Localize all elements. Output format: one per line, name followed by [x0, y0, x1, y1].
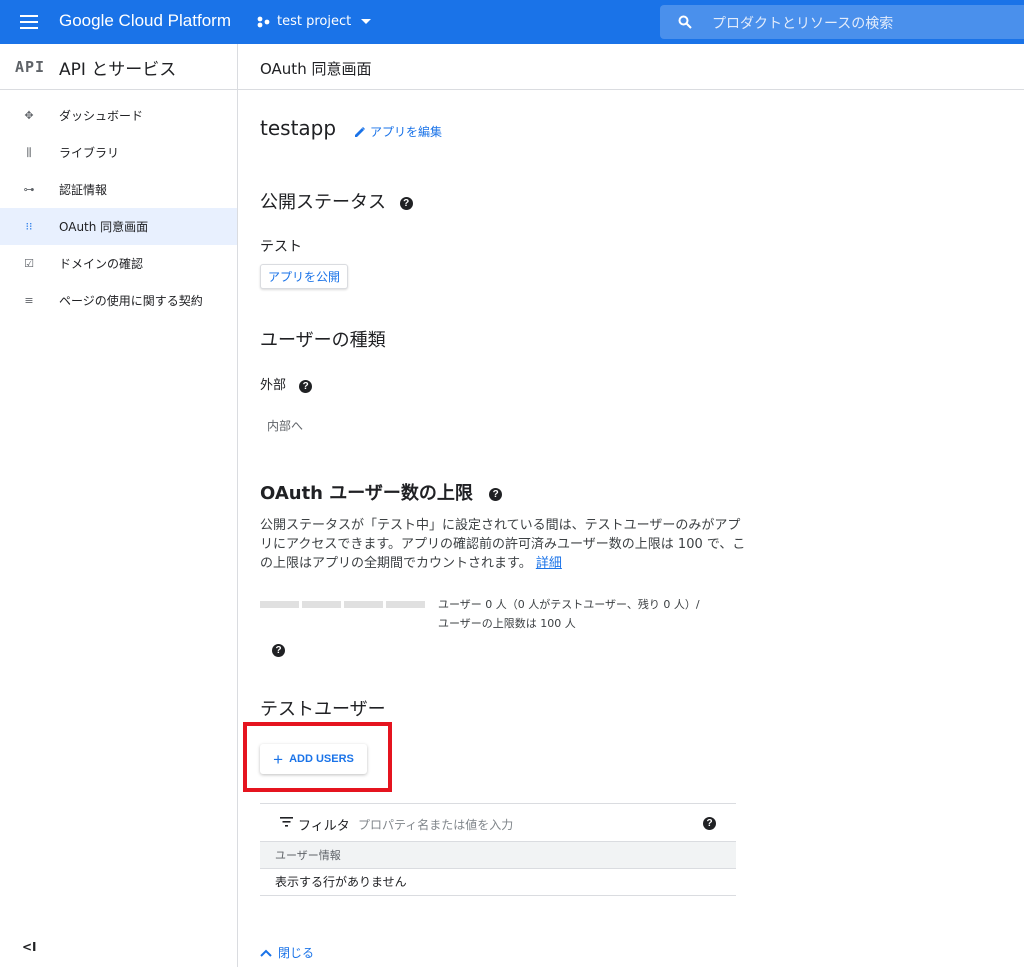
empty-table-message: 表示する行がありません — [260, 869, 736, 896]
close-label: 閉じる — [278, 946, 315, 960]
test-users-table: フィルタ プロパティ名または値を入力 ? ユーザー情報 表示する行がありません — [260, 803, 736, 896]
sidebar-item-label: ドメインの確認 — [59, 257, 144, 271]
search-placeholder: プロダクトとリソースの検索 — [712, 16, 894, 32]
key-icon: ⊶ — [23, 183, 35, 196]
search-input[interactable]: プロダクトとリソースの検索 — [660, 5, 1024, 39]
page-header: OAuth 同意画面 — [238, 44, 1024, 90]
filter-bar[interactable]: フィルタ プロパティ名または値を入力 ? — [260, 803, 736, 842]
chevron-down-icon — [361, 19, 372, 24]
test-users-heading: テストユーザー — [260, 699, 386, 720]
filter-input[interactable]: プロパティ名または値を入力 — [358, 816, 513, 833]
progress-line-2: ユーザーの上限数は 100 人 — [438, 617, 576, 630]
sidebar-item-label: ページの使用に関する契約 — [59, 294, 203, 308]
help-icon[interactable]: ? — [299, 380, 313, 393]
publish-app-button[interactable]: アプリを公開 — [260, 264, 349, 289]
dashboard-icon: ✥ — [24, 109, 34, 122]
sidebar-header: API API とサービス — [0, 44, 238, 90]
annotation-highlight-box — [243, 722, 392, 792]
sidebar-item-credentials[interactable]: ⊶ 認証情報 — [0, 171, 237, 208]
chevron-up-icon — [260, 949, 272, 957]
sidebar-item-library[interactable]: ⫼ ライブラリ — [0, 134, 237, 171]
top-app-bar: Google Cloud Platform test project プロダクト… — [0, 0, 1024, 44]
sidebar-item-page-usage-agreements[interactable]: ≡ ページの使用に関する契約 — [0, 282, 237, 319]
user-type-heading: ユーザーの種類 — [260, 330, 386, 351]
search-icon — [678, 15, 692, 29]
menu-icon[interactable] — [20, 15, 38, 29]
project-dots-icon — [257, 16, 270, 27]
pencil-icon — [355, 126, 365, 137]
help-icon[interactable]: ? — [399, 197, 413, 210]
sidebar-item-domain-verification[interactable]: ☑ ドメインの確認 — [0, 245, 237, 282]
publish-status-title: 公開ステータス — [260, 192, 386, 213]
user-type-row: 外部 ? — [260, 374, 313, 393]
oauth-consent-icon: ⁝⁝ — [25, 220, 33, 233]
project-selector[interactable]: test project — [257, 14, 372, 29]
publish-status-value: テスト — [260, 239, 302, 255]
collapse-sidebar-icon[interactable]: <I — [22, 940, 37, 954]
filter-label: フィルタ — [298, 819, 350, 834]
sidebar-item-label: ダッシュボード — [59, 109, 144, 123]
sidebar-title: API とサービス — [59, 60, 177, 80]
sidebar-item-label: ライブラリ — [59, 146, 120, 160]
sidebar-nav: ✥ ダッシュボード ⫼ ライブラリ ⊶ 認証情報 ⁝⁝ OAuth 同意画面 ☑… — [0, 97, 237, 319]
app-name: testapp — [260, 116, 337, 140]
details-link[interactable]: 詳細 — [536, 556, 562, 571]
progress-line-1: ユーザー 0 人（0 人がテストユーザー、残り 0 人）/ — [438, 598, 700, 611]
publish-status-heading: 公開ステータス ? — [260, 188, 413, 214]
user-cap-progress-bar — [260, 601, 425, 608]
settings-list-icon: ≡ — [24, 294, 34, 307]
user-type-value: 外部 — [260, 378, 287, 393]
user-cap-description-text: 公開ステータスが「テスト中」に設定されている間は、テストユーザーのみがアプリにア… — [260, 518, 746, 571]
close-link[interactable]: 閉じる — [260, 944, 314, 961]
help-icon[interactable]: ? — [272, 644, 285, 657]
brand-title[interactable]: Google Cloud Platform — [59, 11, 231, 31]
checkbox-icon: ☑ — [24, 257, 34, 270]
sidebar: API API とサービス ✥ ダッシュボード ⫼ ライブラリ ⊶ 認証情報 ⁝… — [0, 44, 238, 967]
make-internal-button[interactable]: 内部へ — [267, 417, 303, 434]
sidebar-item-oauth-consent[interactable]: ⁝⁝ OAuth 同意画面 — [0, 208, 237, 245]
user-cap-heading: OAuth ユーザー数の上限 ? — [260, 479, 503, 505]
page-title: OAuth 同意画面 — [260, 60, 372, 78]
edit-app-link[interactable]: アプリを編集 — [354, 123, 442, 140]
help-icon[interactable]: ? — [703, 817, 716, 830]
filter-icon — [280, 817, 293, 827]
user-cap-progress-text: ユーザー 0 人（0 人がテストユーザー、残り 0 人）/ ユーザーの上限数は … — [438, 595, 758, 633]
column-header-user-info[interactable]: ユーザー情報 — [260, 842, 736, 869]
sidebar-item-dashboard[interactable]: ✥ ダッシュボード — [0, 97, 237, 134]
sidebar-item-label: OAuth 同意画面 — [59, 220, 149, 234]
sidebar-item-label: 認証情報 — [59, 183, 108, 197]
library-icon: ⫼ — [26, 146, 32, 159]
edit-app-label: アプリを編集 — [370, 125, 443, 139]
help-icon[interactable]: ? — [489, 488, 503, 501]
user-cap-description: 公開ステータスが「テスト中」に設定されている間は、テストユーザーのみがアプリにア… — [260, 516, 750, 573]
user-cap-title: OAuth ユーザー数の上限 — [260, 483, 473, 504]
api-logo-icon: API — [15, 58, 46, 76]
project-name: test project — [277, 14, 352, 29]
